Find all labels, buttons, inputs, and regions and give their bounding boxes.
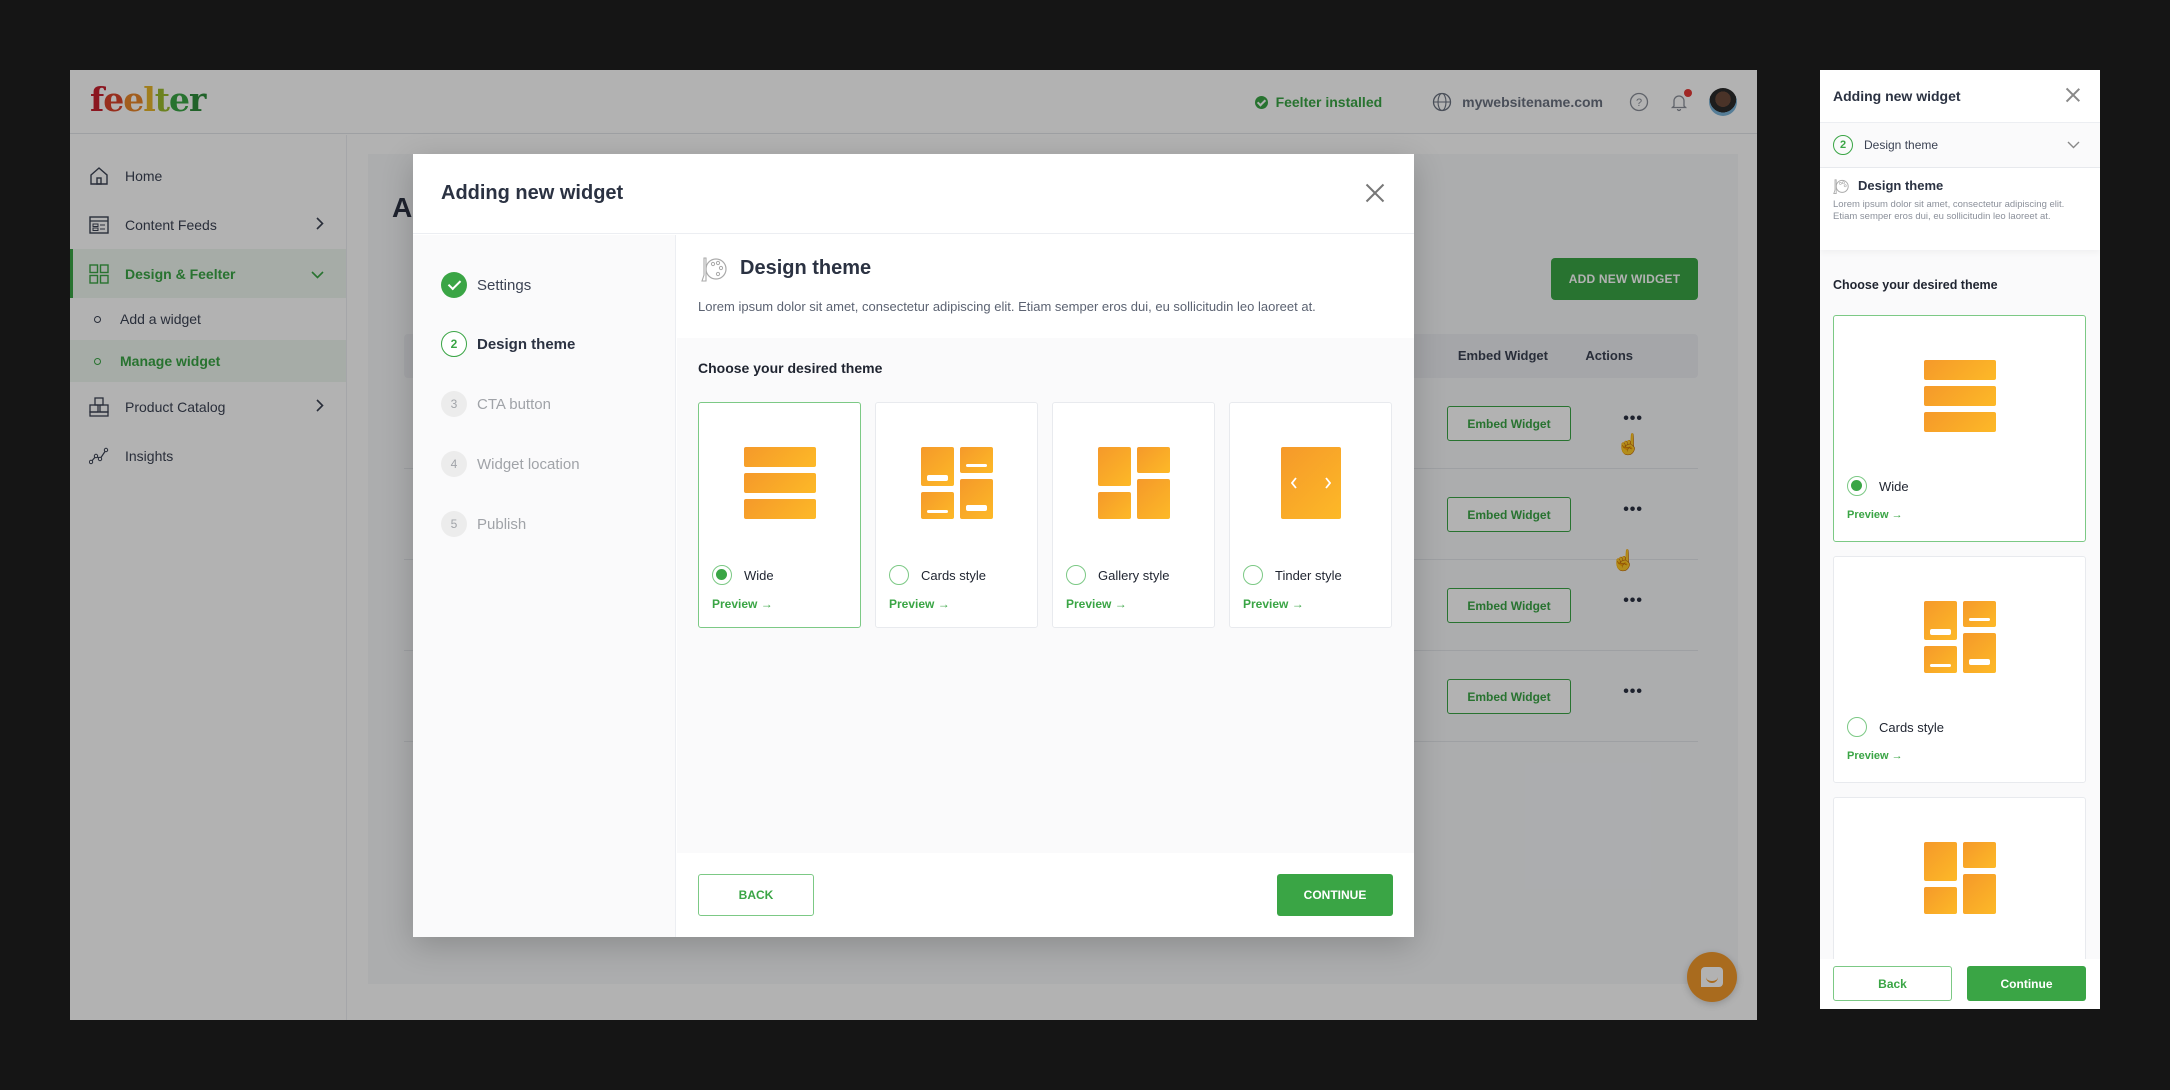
theme-label: Wide (744, 567, 774, 583)
step-cta-button: 3 CTA button (441, 391, 551, 417)
choose-theme-label: Choose your desired theme (698, 360, 883, 376)
theme-label: Tinder style (1275, 567, 1342, 583)
mobile-section-header: Design theme Lorem ipsum dolor sit amet,… (1820, 168, 2100, 250)
step-publish: 5 Publish (441, 511, 526, 537)
modal-title: Adding new widget (441, 182, 624, 204)
design-theme-pane: Design theme Lorem ipsum dolor sit amet,… (677, 235, 1414, 937)
close-icon[interactable] (2066, 88, 2080, 102)
theme-label: Gallery style (1098, 567, 1170, 583)
mobile-title: Adding new widget (1833, 88, 1961, 104)
theme-card-wide[interactable]: Wide Preview → (1833, 315, 2086, 542)
step-check-icon (441, 272, 467, 298)
step-settings[interactable]: Settings (441, 272, 531, 298)
wide-theme-thumbnail (743, 447, 816, 519)
theme-radio[interactable] (1847, 717, 1867, 737)
modal-footer: BACK CONTINUE (677, 853, 1414, 937)
continue-button[interactable]: Continue (1967, 966, 2086, 1001)
mobile-footer: Back Continue (1820, 959, 2100, 1009)
step-label: CTA button (477, 395, 551, 413)
step-design-theme[interactable]: 2 Design theme (441, 331, 575, 357)
step-number: 4 (441, 451, 467, 477)
cards-theme-thumbnail (920, 447, 993, 519)
theme-label: Cards style (921, 567, 987, 583)
palette-icon (699, 255, 729, 290)
step-number: 2 (1833, 135, 1853, 155)
cards-theme-thumbnail (1923, 601, 1996, 673)
choose-theme-label: Choose your desired theme (1833, 278, 1998, 292)
palette-icon (1832, 178, 1850, 201)
theme-label: Cards style (1879, 719, 1945, 735)
theme-radio[interactable] (1066, 565, 1086, 585)
theme-card-cards[interactable]: Cards style Preview → (1833, 556, 2086, 783)
preview-link[interactable]: Preview → (889, 597, 950, 611)
theme-card-cards[interactable]: Cards style Preview → (875, 402, 1038, 628)
wide-theme-thumbnail (1923, 360, 1996, 432)
wizard-stepper: Settings 2 Design theme 3 CTA button 4 W… (413, 235, 676, 937)
tinder-theme-thumbnail (1275, 447, 1347, 519)
mobile-step-selector[interactable]: 2 Design theme (1820, 123, 2100, 168)
theme-card-wide[interactable]: Wide Preview → (698, 402, 861, 628)
carousel-arrows-icon (1290, 477, 1331, 489)
step-label: Settings (477, 276, 532, 294)
step-number: 3 (441, 391, 467, 417)
continue-button[interactable]: CONTINUE (1277, 874, 1393, 916)
preview-link[interactable]: Preview → (712, 597, 773, 611)
preview-link[interactable]: Preview → (1066, 597, 1127, 611)
mobile-section-title: Design theme (1858, 178, 1944, 193)
preview-link[interactable]: Preview → (1243, 597, 1304, 611)
close-icon[interactable] (1364, 182, 1386, 204)
back-button[interactable]: Back (1833, 966, 1952, 1001)
back-button[interactable]: BACK (698, 874, 814, 916)
mobile-preview-panel: Adding new widget 2 Design theme Design … (1820, 70, 2100, 1009)
mobile-section-description: Lorem ipsum dolor sit amet, consectetur … (1833, 199, 2065, 222)
theme-radio[interactable] (1243, 565, 1263, 585)
chevron-down-icon (2067, 138, 2080, 152)
section-header: Design theme Lorem ipsum dolor sit amet,… (677, 235, 1414, 338)
theme-radio[interactable] (889, 565, 909, 585)
theme-label: Wide (1879, 478, 1909, 494)
step-label: Publish (477, 515, 527, 533)
theme-radio[interactable] (712, 565, 732, 585)
theme-card-gallery[interactable]: Gallery style Preview → (1052, 402, 1215, 628)
step-number: 2 (441, 331, 467, 357)
step-label: Design theme (477, 335, 576, 353)
step-label: Widget location (477, 455, 580, 473)
theme-radio[interactable] (1847, 476, 1867, 496)
gallery-theme-thumbnail (1097, 447, 1170, 519)
modal-header: Adding new widget (413, 154, 1414, 234)
preview-link[interactable]: Preview → (1847, 750, 1903, 762)
preview-link[interactable]: Preview → (1847, 509, 1903, 521)
theme-card-tinder[interactable]: Tinder style Preview → (1229, 402, 1392, 628)
step-number: 5 (441, 511, 467, 537)
mobile-header: Adding new widget (1820, 70, 2100, 123)
section-description: Lorem ipsum dolor sit amet, consectetur … (698, 299, 1316, 314)
add-widget-modal: Adding new widget Settings 2 Design them… (413, 154, 1414, 937)
step-label: Design theme (1864, 138, 1939, 152)
section-title: Design theme (740, 257, 872, 279)
step-widget-location: 4 Widget location (441, 451, 580, 477)
gallery-theme-thumbnail (1923, 842, 1996, 914)
theme-chooser: Choose your desired theme Wide Preview → (677, 338, 1414, 853)
